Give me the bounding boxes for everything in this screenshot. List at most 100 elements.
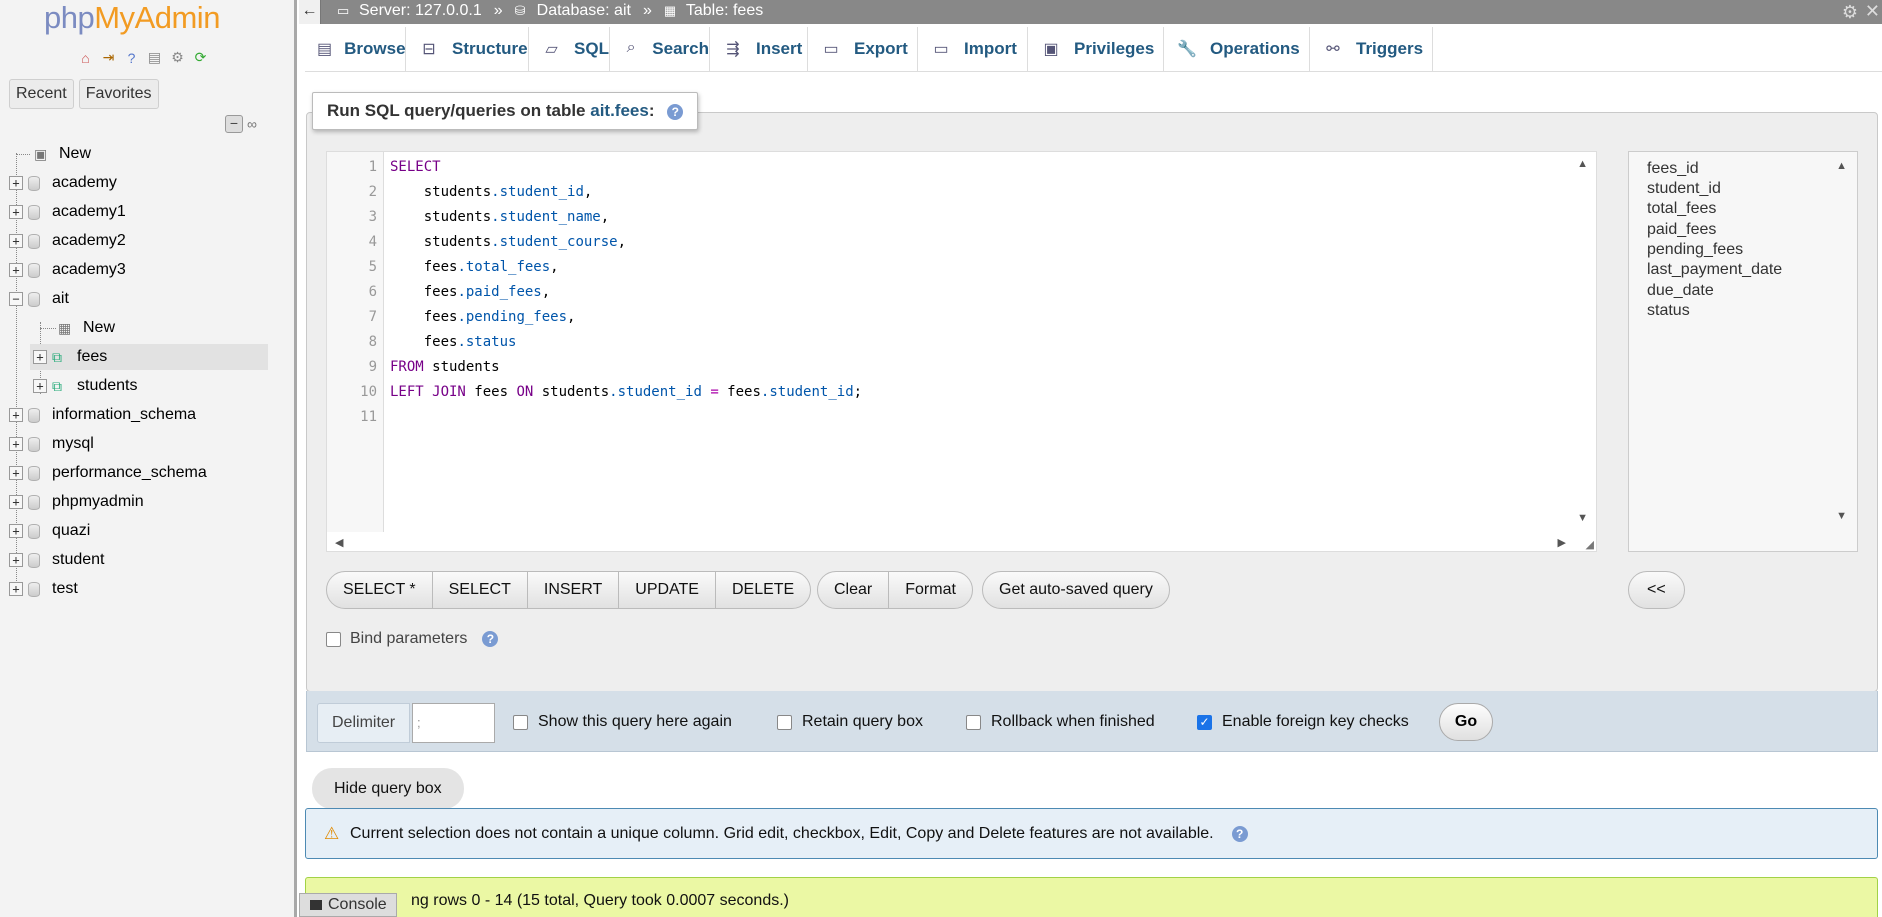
sql-code-line[interactable]: SELECT xyxy=(390,159,441,175)
tab-triggers[interactable]: ⚯ Triggers xyxy=(1310,27,1433,71)
legend-table-link[interactable]: ait.fees xyxy=(590,101,649,120)
breadcrumb-database[interactable]: Database: ait xyxy=(537,2,631,20)
rollback-option[interactable]: Rollback when finished xyxy=(966,713,1155,731)
tree-item-mysql[interactable]: + mysql xyxy=(9,431,94,457)
tree-item-fees[interactable]: + ⧉ fees xyxy=(30,344,268,370)
close-icon[interactable]: ✕ xyxy=(1865,1,1880,22)
expand-icon[interactable]: + xyxy=(33,379,47,393)
foreign-key-checks-label[interactable]: Enable foreign key checks xyxy=(1222,713,1409,731)
foreign-key-checks-option[interactable]: ✓ Enable foreign key checks xyxy=(1197,713,1409,731)
logout-icon[interactable]: ⇥ xyxy=(99,48,118,67)
insert-button[interactable]: INSERT xyxy=(528,572,620,608)
scroll-down-arrow-icon[interactable]: ▼ xyxy=(1577,512,1588,524)
sql-code-line[interactable]: fees.pending_fees, xyxy=(390,309,576,325)
insert-column-button[interactable]: << xyxy=(1629,572,1684,608)
expand-icon[interactable]: + xyxy=(9,176,23,190)
page-settings-gear-icon[interactable]: ⚙ xyxy=(1842,2,1858,23)
collapse-icon[interactable]: − xyxy=(9,292,23,306)
hide-query-box-button[interactable]: Hide query box xyxy=(312,768,464,809)
get-auto-saved-query-button[interactable]: Get auto-saved query xyxy=(983,572,1169,608)
expand-icon[interactable]: + xyxy=(9,408,23,422)
expand-icon[interactable]: + xyxy=(9,553,23,567)
format-button[interactable]: Format xyxy=(889,572,972,608)
scroll-left-arrow-icon[interactable]: ◀ xyxy=(335,536,343,549)
expand-icon[interactable]: + xyxy=(9,263,23,277)
phpmyadmin-logo[interactable]: phpMyAdmin xyxy=(44,0,220,36)
sql-code-line[interactable]: students.student_name, xyxy=(390,209,609,225)
rollback-label[interactable]: Rollback when finished xyxy=(991,713,1155,731)
tree-item-performance-schema[interactable]: + performance_schema xyxy=(9,460,207,486)
tree-item-students[interactable]: + ⧉ students xyxy=(33,373,137,399)
link-with-main-panel-icon[interactable]: ∞ xyxy=(247,117,265,131)
help-icon[interactable]: ? xyxy=(482,631,499,647)
tab-privileges[interactable]: ▣ Privileges xyxy=(1028,27,1164,71)
tab-export[interactable]: ▭ Export xyxy=(808,27,918,71)
sql-code-line[interactable]: LEFT JOIN fees ON students.student_id = … xyxy=(390,384,862,400)
tree-item-new[interactable]: ▣ New xyxy=(16,141,91,167)
tree-item-academy[interactable]: + academy xyxy=(9,170,117,196)
tree-item-test[interactable]: + test xyxy=(9,576,78,602)
reload-icon[interactable]: ⟳ xyxy=(191,48,210,67)
column-item[interactable]: status xyxy=(1647,302,1690,320)
tree-item-ait[interactable]: − ait xyxy=(9,286,69,312)
column-item[interactable]: paid_fees xyxy=(1647,221,1716,239)
retain-query-box-label[interactable]: Retain query box xyxy=(802,713,923,731)
scroll-up-arrow-icon[interactable]: ▲ xyxy=(1577,158,1588,170)
sql-code-line[interactable]: fees.total_fees, xyxy=(390,259,559,275)
docs-icon[interactable]: ▤ xyxy=(145,48,164,67)
scroll-down-arrow-icon[interactable]: ▼ xyxy=(1836,510,1847,522)
tab-sql[interactable]: ▱ SQL xyxy=(529,27,610,71)
favorites-tab[interactable]: Favorites xyxy=(78,79,159,109)
show-query-again-checkbox[interactable] xyxy=(513,714,528,730)
scroll-right-arrow-icon[interactable]: ▶ xyxy=(1558,536,1566,549)
tree-item-phpmyadmin[interactable]: + phpmyadmin xyxy=(9,489,144,515)
expand-icon[interactable]: + xyxy=(9,205,23,219)
tab-import[interactable]: ▭ Import xyxy=(918,27,1028,71)
tab-operations[interactable]: 🔧 Operations xyxy=(1164,27,1310,71)
tree-item-academy3[interactable]: + academy3 xyxy=(9,257,126,283)
go-button[interactable]: Go xyxy=(1439,703,1493,741)
update-button[interactable]: UPDATE xyxy=(619,572,716,608)
tab-structure[interactable]: ⊟ Structure xyxy=(406,27,529,71)
tree-item-academy2[interactable]: + academy2 xyxy=(9,228,126,254)
home-icon[interactable]: ⌂ xyxy=(76,48,95,67)
breadcrumb-table[interactable]: Table: fees xyxy=(686,2,763,20)
show-query-again-label[interactable]: Show this query here again xyxy=(538,713,732,731)
clear-button[interactable]: Clear xyxy=(818,572,890,608)
console-toggle[interactable]: Console xyxy=(299,893,397,917)
sql-editor[interactable]: 1 2 3 4 5 6 7 8 9 10 11 SELECT students.… xyxy=(326,151,1597,552)
delete-button[interactable]: DELETE xyxy=(716,572,810,608)
breadcrumb-server[interactable]: Server: 127.0.0.1 xyxy=(359,2,482,20)
sql-code-line[interactable]: FROM students xyxy=(390,359,500,375)
column-item[interactable]: pending_fees xyxy=(1647,241,1743,259)
expand-icon[interactable]: + xyxy=(33,350,47,364)
columns-list[interactable]: fees_id student_id total_fees paid_fees … xyxy=(1628,151,1858,552)
expand-icon[interactable]: + xyxy=(9,524,23,538)
column-item[interactable]: due_date xyxy=(1647,282,1714,300)
tree-item-information-schema[interactable]: + information_schema xyxy=(9,402,196,428)
help-icon[interactable]: ? xyxy=(122,48,141,67)
column-item[interactable]: fees_id xyxy=(1647,160,1699,178)
expand-icon[interactable]: + xyxy=(9,495,23,509)
bind-parameters-checkbox[interactable] xyxy=(326,631,341,647)
show-query-again-option[interactable]: Show this query here again xyxy=(513,713,732,731)
resize-handle-icon[interactable]: ◢ xyxy=(1586,538,1594,551)
rollback-checkbox[interactable] xyxy=(966,714,981,730)
select-all-button[interactable]: SELECT * xyxy=(327,572,433,608)
expand-icon[interactable]: + xyxy=(9,582,23,596)
retain-query-box-option[interactable]: Retain query box xyxy=(777,713,923,731)
expand-icon[interactable]: + xyxy=(9,234,23,248)
collapse-all-icon[interactable]: − xyxy=(225,115,243,133)
sql-code-line[interactable]: students.student_course, xyxy=(390,234,626,250)
help-icon[interactable]: ? xyxy=(667,103,684,120)
foreign-key-checks-checkbox[interactable]: ✓ xyxy=(1197,714,1212,730)
expand-icon[interactable]: + xyxy=(9,466,23,480)
sql-code-line[interactable]: fees.status xyxy=(390,334,517,350)
collapse-navigation-arrow-icon[interactable]: ← xyxy=(299,0,321,24)
select-button[interactable]: SELECT xyxy=(433,572,528,608)
sql-code-line[interactable]: students.student_id, xyxy=(390,184,593,200)
scroll-up-arrow-icon[interactable]: ▲ xyxy=(1836,160,1847,172)
tree-item-quazi[interactable]: + quazi xyxy=(9,518,90,544)
sql-code-line[interactable]: fees.paid_fees, xyxy=(390,284,550,300)
recent-tab[interactable]: Recent xyxy=(9,79,74,109)
